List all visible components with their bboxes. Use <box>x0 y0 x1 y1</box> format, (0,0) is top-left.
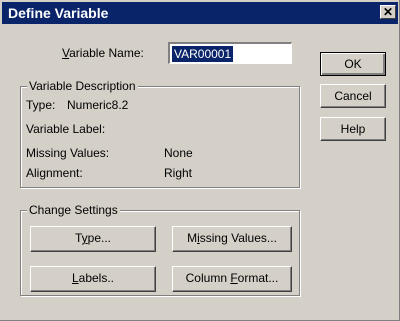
variable-name-label: Variable Name: <box>62 46 144 60</box>
missing-values-value: None <box>164 146 193 160</box>
missing-values-button[interactable]: Missing Values... <box>172 226 292 252</box>
change-settings-legend: Change Settings <box>27 203 120 217</box>
cancel-label: Cancel <box>334 89 372 103</box>
type-button-label: Type... <box>74 231 112 245</box>
type-label: Type: <box>26 98 56 112</box>
ok-button[interactable]: OK <box>320 52 386 76</box>
variable-name-value: VAR00001 <box>172 46 234 62</box>
help-label: Help <box>340 122 366 136</box>
cancel-button[interactable]: Cancel <box>320 84 386 108</box>
labels-button-label: Labels.. <box>71 271 115 285</box>
title-bar: Define Variable ✕ <box>2 2 398 24</box>
variable-label-label: Variable Label: <box>26 122 106 136</box>
type-value: Numeric8.2 <box>67 98 129 112</box>
define-variable-dialog: Define Variable ✕ Variable Name: VAR0000… <box>0 0 400 321</box>
variable-description-legend: Variable Description <box>27 79 138 93</box>
type-button[interactable]: Type... <box>30 226 156 252</box>
close-button[interactable]: ✕ <box>380 5 396 19</box>
dialog-title: Define Variable <box>8 5 109 21</box>
alignment-value: Right <box>164 166 193 180</box>
variable-name-input[interactable]: VAR00001 <box>168 42 292 64</box>
ok-label: OK <box>344 57 362 71</box>
column-format-button-label: Column Format... <box>185 271 279 285</box>
close-icon: ✕ <box>382 5 394 19</box>
labels-button[interactable]: Labels.. <box>30 266 156 292</box>
help-button[interactable]: Help <box>320 117 386 141</box>
missing-values-button-label: Missing Values... <box>187 231 277 245</box>
alignment-label: Alignment: <box>26 166 83 180</box>
missing-values-label: Missing Values: <box>26 146 110 160</box>
column-format-button[interactable]: Column Format... <box>172 266 292 292</box>
